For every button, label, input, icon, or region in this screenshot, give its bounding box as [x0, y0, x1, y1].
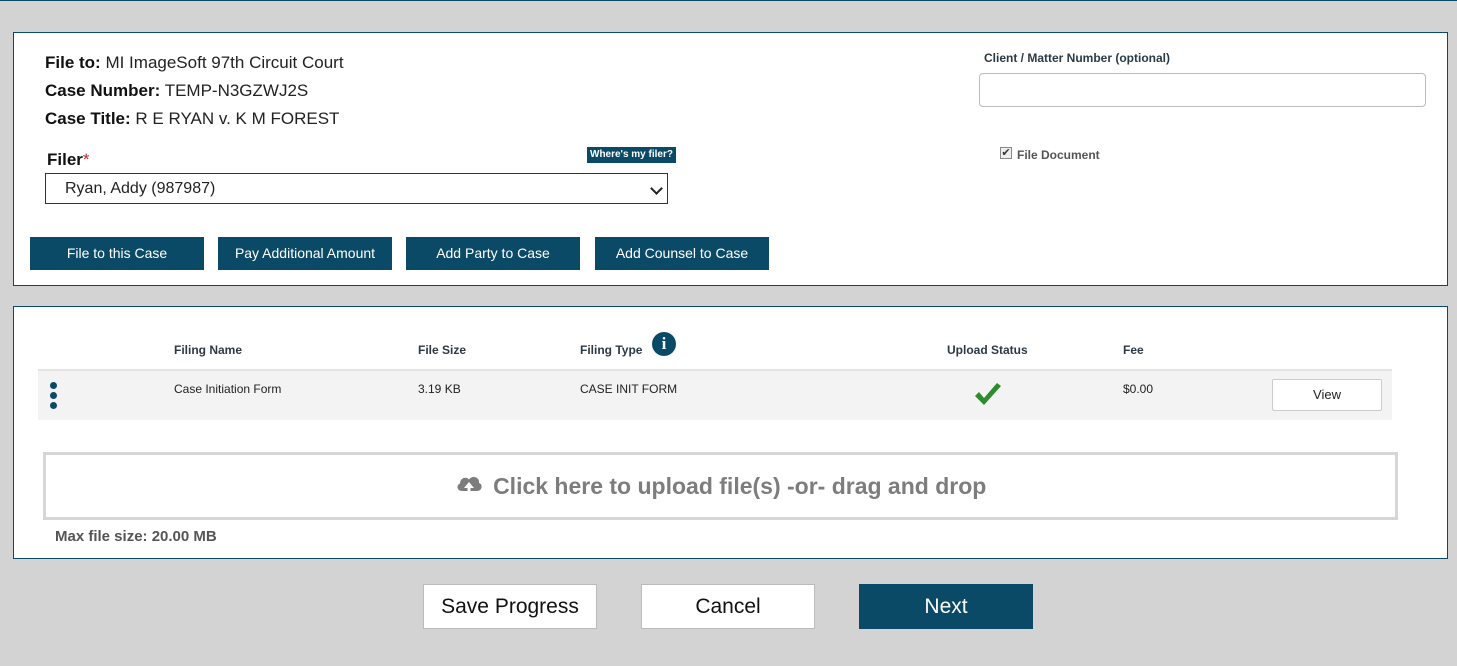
filer-selected-value: Ryan, Addy (987987)	[65, 180, 216, 197]
header-filing-name: Filing Name	[174, 343, 243, 357]
case-title-line: Case Title: R E RYAN v. K M FOREST	[45, 109, 339, 129]
max-file-size: Max file size: 20.00 MB	[55, 528, 217, 545]
info-icon[interactable]: i	[652, 332, 676, 356]
filer-select[interactable]: Ryan, Addy (987987)	[45, 173, 668, 204]
header-file-size: File Size	[418, 343, 467, 357]
case-number-label: Case Number:	[45, 81, 161, 100]
table-row: Case Initiation Form 3.19 KB CASE INIT F…	[38, 371, 1392, 420]
add-counsel-button[interactable]: Add Counsel to Case	[595, 237, 769, 270]
filing-name-cell: Case Initiation Form	[174, 382, 282, 396]
client-matter-input[interactable]	[979, 73, 1426, 107]
case-title-label: Case Title:	[45, 109, 131, 128]
filings-panel: Filing Name File Size Filing Type i Uplo…	[13, 306, 1448, 559]
header-upload-status: Upload Status	[947, 343, 1028, 357]
chevron-down-icon	[650, 182, 663, 195]
case-number-value: TEMP-N3GZWJ2S	[164, 81, 309, 100]
file-to-case-button[interactable]: File to this Case	[30, 237, 204, 270]
checkmark-icon	[975, 383, 1001, 405]
case-title-value: R E RYAN v. K M FOREST	[135, 109, 340, 128]
file-to-label: File to:	[45, 53, 101, 72]
cancel-button[interactable]: Cancel	[641, 584, 815, 629]
fee-cell: $0.00	[1123, 382, 1154, 396]
case-info-panel: File to: MI ImageSoft 97th Circuit Court…	[13, 32, 1448, 286]
court-name: MI ImageSoft 97th Circuit Court	[105, 53, 344, 72]
file-document-checkbox[interactable]: ✔	[1000, 147, 1012, 159]
header-fee: Fee	[1123, 343, 1144, 357]
required-asterisk: *	[82, 150, 90, 169]
filer-label-text: Filer	[47, 150, 83, 169]
upload-text: Click here to upload file(s) -or- drag a…	[493, 473, 987, 499]
filing-type-cell: CASE INIT FORM	[580, 382, 678, 396]
header-filing-type: Filing Type	[580, 343, 643, 357]
view-button[interactable]: View	[1272, 379, 1382, 411]
upload-dropzone[interactable]: Click here to upload file(s) -or- drag a…	[43, 452, 1398, 520]
add-party-button[interactable]: Add Party to Case	[406, 237, 580, 270]
vertical-ellipsis-icon[interactable]	[50, 382, 58, 410]
file-to-line: File to: MI ImageSoft 97th Circuit Court	[45, 53, 344, 73]
cloud-upload-icon	[457, 476, 482, 498]
file-size-cell: 3.19 KB	[418, 382, 461, 396]
wheres-my-filer-button[interactable]: Where's my filer?	[587, 147, 676, 163]
client-matter-label: Client / Matter Number (optional)	[984, 51, 1170, 65]
next-button[interactable]: Next	[859, 584, 1033, 629]
case-number-line: Case Number: TEMP-N3GZWJ2S	[45, 81, 308, 101]
file-document-label: File Document	[1017, 148, 1100, 162]
pay-additional-amount-button[interactable]: Pay Additional Amount	[218, 237, 392, 270]
filer-label: Filer*	[47, 150, 90, 170]
save-progress-button[interactable]: Save Progress	[423, 584, 597, 629]
